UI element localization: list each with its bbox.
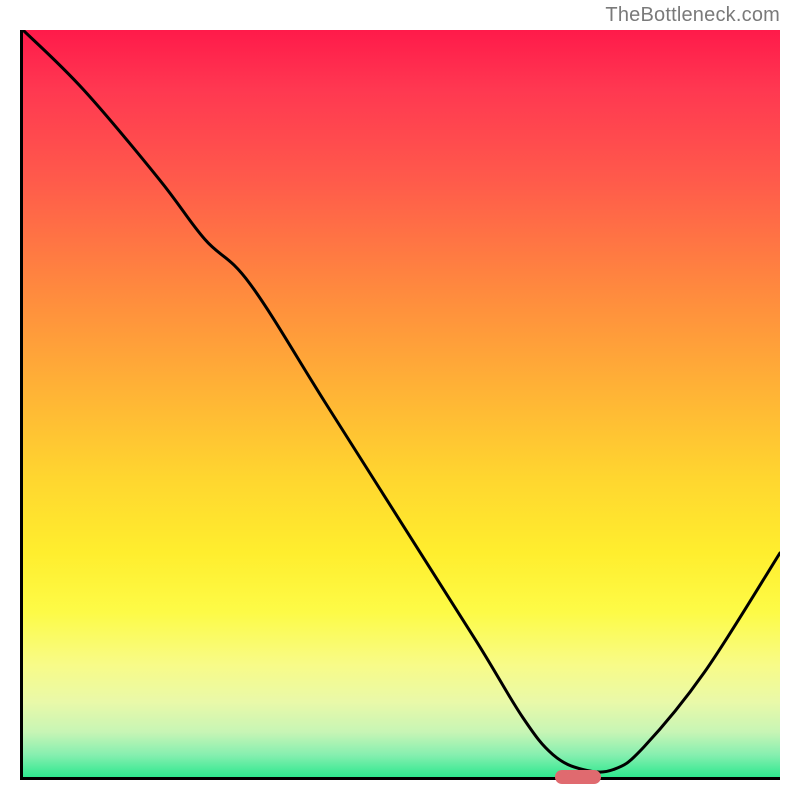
watermark-text: TheBottleneck.com: [605, 4, 780, 27]
curve-svg: [23, 30, 780, 777]
chart-container: TheBottleneck.com: [0, 0, 800, 800]
bottleneck-curve-path: [23, 30, 780, 772]
plot-area: [20, 30, 780, 780]
optimum-marker: [555, 770, 601, 784]
